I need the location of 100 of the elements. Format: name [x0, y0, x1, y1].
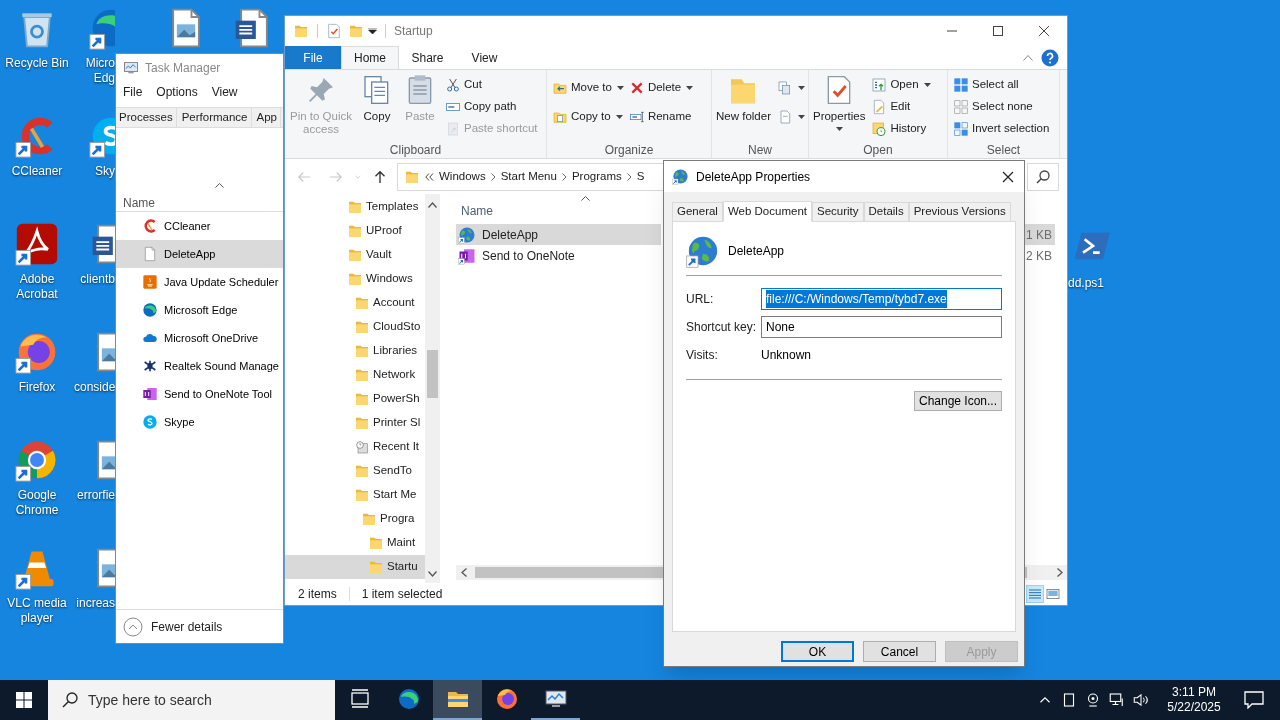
taskbar-button[interactable] [433, 680, 482, 720]
tree-item[interactable]: Start Me [285, 483, 425, 507]
desktop-icon[interactable]: CCleaner [0, 114, 74, 179]
desktop-icon[interactable]: dd.ps1 [1068, 226, 1118, 291]
breadcrumb-item[interactable]: Programs [571, 167, 622, 186]
clock-date[interactable]: 5/22/2025 [1167, 700, 1221, 715]
tab[interactable]: Details [863, 202, 909, 221]
ribbon-button[interactable]: Invert selection [952, 118, 1050, 140]
caret-icon[interactable] [686, 86, 694, 90]
scroll-right-icon[interactable] [1057, 568, 1063, 577]
breadcrumb-item[interactable]: Start Menu [500, 167, 557, 186]
scroll-up-icon[interactable] [428, 202, 437, 208]
overflow-chevron-icon[interactable] [425, 172, 434, 181]
file-row[interactable]: DeleteApp [456, 224, 661, 245]
scrollbar[interactable] [425, 194, 440, 583]
dialog-button[interactable]: Cancel [863, 641, 936, 662]
ribbon-button[interactable]: Move to [552, 77, 624, 99]
notification-icon[interactable] [1244, 691, 1264, 709]
change-icon-button[interactable]: Change Icon... [914, 391, 1002, 411]
caret-icon[interactable] [615, 115, 623, 119]
tree-item[interactable]: Printer Sl [285, 411, 425, 435]
ribbon-button[interactable]: New folder [715, 74, 772, 123]
search-field[interactable]: Type here to search [48, 680, 335, 720]
desktop-icon[interactable]: Micro Edg [74, 6, 115, 86]
ribbon-button[interactable]: Copy path [445, 96, 538, 118]
desktop-icon[interactable]: Adobe Acrobat [0, 222, 74, 302]
menu-item[interactable]: Options [156, 83, 198, 101]
caret-icon[interactable] [797, 86, 805, 90]
tree-item[interactable]: Windows [285, 267, 425, 291]
tree-item[interactable]: CloudSto [285, 315, 425, 339]
caret-icon[interactable] [923, 83, 931, 87]
collapse-ribbon-icon[interactable] [1023, 54, 1033, 61]
collapse-icon[interactable] [123, 616, 143, 637]
tab[interactable]: General [672, 202, 723, 221]
speaker-icon[interactable] [1132, 691, 1150, 709]
ribbon-button[interactable]: Copy to [552, 106, 624, 128]
caret-icon[interactable] [835, 127, 843, 131]
breadcrumb-item[interactable]: S [636, 167, 645, 186]
tree-item[interactable]: Maint [285, 531, 425, 555]
search-field[interactable] [1027, 162, 1059, 191]
scroll-down-icon[interactable] [428, 571, 437, 577]
help-icon[interactable] [1041, 48, 1059, 67]
tree-item[interactable]: Network [285, 363, 425, 387]
ribbon-button[interactable]: Copy [357, 74, 397, 123]
desktop-icon[interactable]: Recycle Bin [0, 6, 74, 71]
tree-item[interactable]: UProof [285, 219, 425, 243]
ribbon-button[interactable]: Rename [628, 106, 694, 128]
network-icon[interactable] [1108, 691, 1126, 709]
tab[interactable]: Security [811, 202, 864, 221]
sort-caret-icon[interactable] [581, 196, 590, 201]
scroll-left-icon[interactable] [461, 568, 467, 577]
ribbon-button[interactable]: Select none [952, 96, 1050, 118]
tree-item[interactable]: Progra [285, 507, 425, 531]
properties-icon[interactable] [326, 23, 342, 39]
tab[interactable]: Processes [116, 108, 177, 127]
ribbon-button[interactable]: Open [871, 74, 931, 96]
caret-icon[interactable] [616, 86, 624, 90]
link[interactable]: Fewer details [151, 617, 223, 636]
app-row[interactable]: DeleteApp [116, 240, 283, 268]
ribbon-button[interactable]: Cut [445, 74, 538, 96]
tree-item[interactable]: Vault [285, 243, 425, 267]
close-icon[interactable] [1002, 170, 1014, 183]
url-field[interactable]: file:///C:/Windows/Temp/tybd7.exe [761, 288, 1002, 310]
windows-logo-icon[interactable] [16, 692, 32, 708]
tree-item[interactable]: Startu [285, 555, 425, 579]
tab[interactable]: Home [341, 46, 399, 69]
sort-caret-icon[interactable] [215, 183, 224, 188]
menu-item[interactable]: File [123, 83, 143, 101]
tab[interactable]: Previous Versions [908, 202, 1011, 221]
file-row[interactable]: Send to OneNote [456, 245, 661, 266]
chevron-right-icon[interactable] [626, 172, 632, 181]
tree-item[interactable]: Account [285, 291, 425, 315]
chevron-right-icon[interactable] [561, 172, 567, 181]
tab[interactable]: View [456, 46, 513, 69]
clock-time[interactable]: 3:11 PM [1172, 685, 1216, 700]
desktop-icon[interactable]: Google Chrome [0, 438, 74, 518]
desktop-icon[interactable]: Firefox [0, 330, 74, 395]
tree-item[interactable]: PowerSh [285, 387, 425, 411]
breadcrumb-item[interactable]: Windows [439, 167, 486, 186]
caret-icon[interactable] [797, 115, 805, 119]
dialog-button[interactable]: OK [781, 641, 854, 662]
scroll-thumb[interactable] [427, 350, 438, 398]
tree-item[interactable]: Templates [285, 195, 425, 219]
shortcut-key-field[interactable]: None [761, 316, 1002, 338]
tree-item[interactable]: Libraries [285, 339, 425, 363]
desktop-icon[interactable]: VLC media player [0, 546, 74, 626]
ribbon-button[interactable]: Select all [952, 74, 1050, 96]
menu-item[interactable]: View [211, 83, 238, 101]
chevron-right-icon[interactable] [490, 172, 496, 181]
tree-item[interactable]: SendTo [285, 459, 425, 483]
tree-item[interactable]: Recent It [285, 435, 425, 459]
ribbon-button[interactable]: Properties [811, 74, 867, 131]
tab[interactable]: File [285, 46, 341, 69]
large-icons-view-icon[interactable] [1045, 586, 1061, 602]
tab[interactable]: Web Document [722, 201, 812, 222]
tab[interactable]: Share [399, 46, 456, 69]
ribbon-button[interactable]: Edit [871, 96, 931, 118]
ribbon-button[interactable]: History [871, 118, 931, 140]
tab[interactable]: App [253, 108, 281, 127]
column-header[interactable]: Name [123, 194, 155, 212]
